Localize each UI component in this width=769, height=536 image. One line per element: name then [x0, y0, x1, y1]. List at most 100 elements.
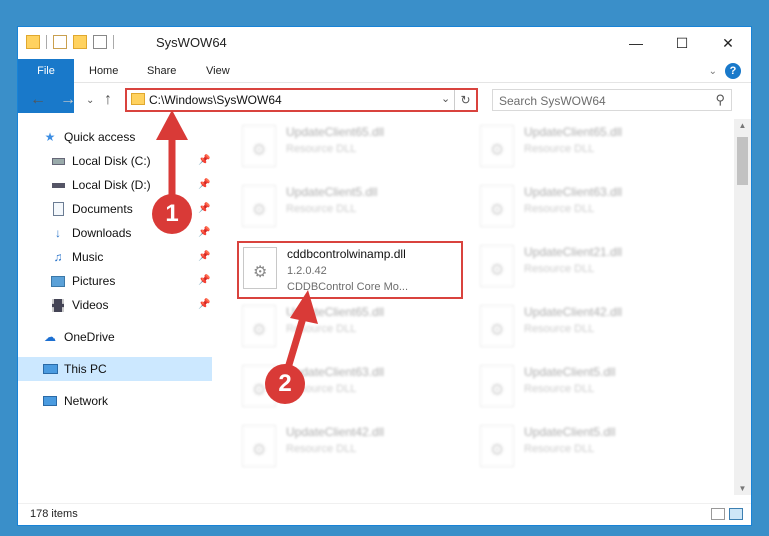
list-item[interactable]: ⚙ UpdateClient42.dll Resource DLL: [476, 301, 706, 355]
scroll-up-icon[interactable]: ▲: [734, 121, 751, 130]
gear-icon: ⚙: [252, 202, 267, 219]
list-item[interactable]: ⚙ UpdateClient5.dll Resource DLL: [476, 421, 706, 475]
pin-icon[interactable]: 📌: [198, 179, 210, 190]
file-type: Resource DLL: [524, 263, 595, 275]
list-item[interactable]: ⚙ UpdateClient65.dll Resource DLL: [476, 121, 706, 175]
vertical-scrollbar[interactable]: ▲ ▼: [734, 119, 751, 495]
tiles-view-icon[interactable]: [729, 508, 743, 520]
dll-file-icon: ⚙: [480, 305, 514, 347]
scroll-down-icon[interactable]: ▼: [734, 484, 751, 493]
file-name: UpdateClient65.dll: [286, 125, 385, 139]
list-item[interactable]: ⚙ UpdateClient65.dll Resource DLL: [238, 121, 468, 175]
file-description: CDDBControl Core Mo...: [287, 281, 409, 293]
pin-icon[interactable]: 📌: [198, 227, 210, 238]
sidebar-item-label: Pictures: [72, 274, 116, 288]
sidebar-item-music[interactable]: ♫ Music: [50, 245, 104, 269]
list-item[interactable]: ⚙ UpdateClient5.dll Resource DLL: [238, 181, 468, 235]
pictures-icon: [50, 273, 66, 289]
recent-locations-icon[interactable]: ⌄: [86, 95, 94, 106]
sidebar-item-videos[interactable]: Videos: [50, 293, 108, 317]
download-icon: ↓: [55, 226, 61, 240]
file-name: UpdateClient65.dll: [524, 125, 623, 139]
gear-icon: ⚙: [252, 142, 267, 159]
folder-icon: [131, 93, 145, 105]
pin-icon[interactable]: 📌: [198, 299, 210, 310]
item-count: 178 items: [30, 508, 78, 520]
pin-icon[interactable]: 📌: [198, 155, 210, 166]
video-icon: [50, 297, 66, 313]
expand-ribbon-icon[interactable]: ⌄: [709, 66, 717, 77]
address-path[interactable]: C:\Windows\SysWOW64: [149, 93, 282, 107]
file-name: UpdateClient5.dll: [524, 425, 616, 439]
file-name: UpdateClient63.dll: [524, 185, 623, 199]
sidebar-item-local-disk-d[interactable]: Local Disk (D:): [50, 173, 151, 197]
close-button[interactable]: ✕: [705, 27, 751, 59]
details-view-icon[interactable]: [711, 508, 725, 520]
list-item[interactable]: ⚙ UpdateClient42.dll Resource DLL: [238, 421, 468, 475]
sidebar-item-onedrive[interactable]: ☁ OneDrive: [42, 325, 115, 349]
refresh-icon[interactable]: ↻: [454, 90, 476, 110]
list-item[interactable]: ⚙ UpdateClient21.dll Resource DLL: [476, 241, 706, 295]
list-item[interactable]: ⚙ UpdateClient63.dll Resource DLL: [476, 181, 706, 235]
pin-icon[interactable]: 📌: [198, 275, 210, 286]
list-item[interactable]: ⚙ UpdateClient65.dll Resource DLL: [238, 301, 468, 355]
up-arrow-icon[interactable]: ↑: [104, 91, 112, 109]
dll-file-icon: ⚙: [480, 125, 514, 167]
pin-icon[interactable]: 📌: [198, 203, 210, 214]
file-type: Resource DLL: [524, 203, 595, 215]
sidebar-item-label: OneDrive: [64, 330, 115, 344]
sidebar-item-label: Music: [72, 250, 104, 264]
gear-icon: ⚙: [252, 442, 267, 459]
forward-arrow-icon[interactable]: →: [60, 91, 76, 109]
tab-view[interactable]: View: [206, 59, 230, 83]
sidebar-item-local-disk-c[interactable]: Local Disk (C:): [50, 149, 151, 173]
sidebar-item-quick-access[interactable]: ★ Quick access: [42, 125, 136, 149]
maximize-button[interactable]: ☐: [659, 27, 705, 59]
back-arrow-icon[interactable]: ←: [30, 91, 46, 109]
ribbon-tabs: File Home Share View ⌄ ?: [18, 59, 751, 113]
file-name: UpdateClient5.dll: [286, 185, 378, 199]
tab-share[interactable]: Share: [147, 59, 176, 83]
help-icon[interactable]: ?: [725, 63, 741, 79]
dll-file-icon: ⚙: [480, 245, 514, 287]
dll-file-icon: ⚙: [243, 247, 277, 289]
minimize-button[interactable]: —: [613, 27, 659, 59]
dll-file-icon: ⚙: [242, 125, 276, 167]
file-name: UpdateClient42.dll: [286, 425, 385, 439]
file-type: Resource DLL: [524, 383, 595, 395]
music-icon: ♫: [53, 250, 63, 264]
sidebar-item-network[interactable]: Network: [42, 389, 108, 413]
search-icon[interactable]: ⚲: [715, 92, 725, 108]
dll-file-icon: ⚙: [242, 425, 276, 467]
search-input[interactable]: Search SysWOW64: [499, 94, 606, 108]
tab-home[interactable]: Home: [89, 59, 118, 83]
properties-icon[interactable]: [53, 35, 67, 49]
drive-icon: [50, 153, 66, 169]
navigation-pane: ★ Quick access Local Disk (C:) 📌 Local D…: [18, 123, 214, 503]
step-badge-1: 1: [152, 194, 192, 234]
search-box[interactable]: Search SysWOW64 ⚲: [492, 89, 732, 111]
address-dropdown-icon[interactable]: ⌄: [441, 92, 450, 105]
window-controls: — ☐ ✕: [613, 27, 751, 59]
selected-file-item[interactable]: ⚙ cddbcontrolwinamp.dll 1.2.0.42 CDDBCon…: [237, 241, 463, 299]
navigation-bar: ← → ⌄ ↑ C:\Windows\SysWOW64 ⌄ ↻ Search S…: [18, 85, 751, 117]
list-item[interactable]: ⚙ UpdateClient5.dll Resource DLL: [476, 361, 706, 415]
folder-icon[interactable]: [26, 35, 40, 49]
scrollbar-thumb[interactable]: [737, 137, 748, 185]
gear-icon: ⚙: [490, 382, 505, 399]
sidebar-item-label: Videos: [72, 298, 109, 312]
new-folder-icon[interactable]: [73, 35, 87, 49]
network-icon: [42, 393, 58, 409]
pin-icon[interactable]: 📌: [198, 251, 210, 262]
sidebar-item-this-pc[interactable]: This PC: [18, 357, 212, 381]
file-name: UpdateClient5.dll: [524, 365, 616, 379]
sidebar-item-documents[interactable]: Documents: [50, 197, 133, 221]
toolbar-divider: [113, 35, 114, 49]
file-list: ⚙ UpdateClient65.dll Resource DLL ⚙ Upda…: [218, 119, 732, 499]
sidebar-item-label: Documents: [72, 202, 133, 216]
address-bar[interactable]: C:\Windows\SysWOW64 ⌄ ↻: [125, 88, 478, 112]
sidebar-item-downloads[interactable]: ↓ Downloads: [50, 221, 131, 245]
gear-icon: ⚙: [490, 142, 505, 159]
sidebar-item-pictures[interactable]: Pictures: [50, 269, 115, 293]
customize-toolbar-icon[interactable]: [93, 35, 107, 49]
